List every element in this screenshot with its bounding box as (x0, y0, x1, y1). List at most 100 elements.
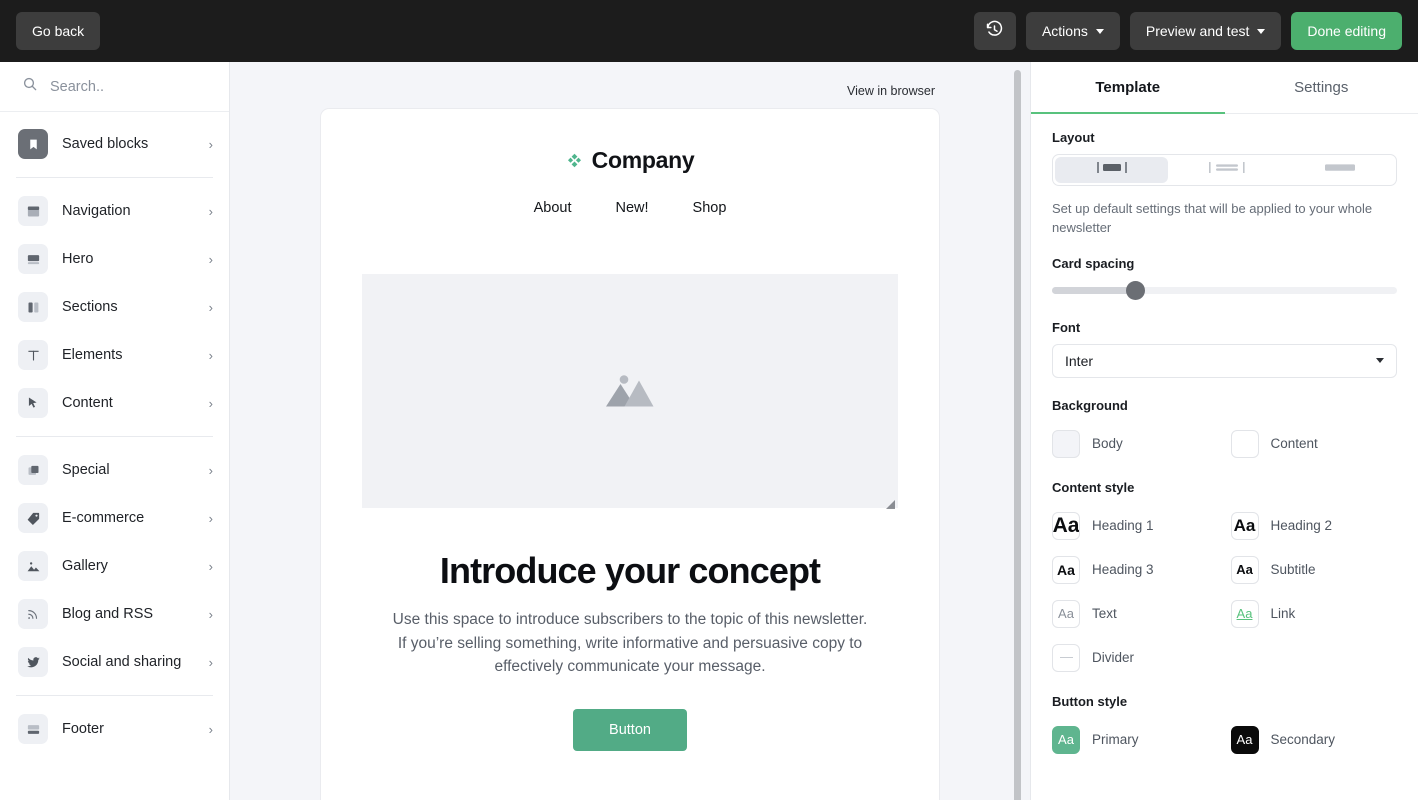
content-style-heading-3[interactable]: Aa Heading 3 (1052, 548, 1219, 592)
chevron-down-icon (1257, 28, 1266, 34)
content-style-label: Heading 1 (1092, 518, 1154, 534)
sidebar-item-navigation[interactable]: Navigation › (0, 187, 229, 235)
background-swatch-content[interactable]: Content (1230, 422, 1398, 466)
content-style-heading-2[interactable]: Aa Heading 2 (1230, 504, 1398, 548)
sidebar-item-label: Social and sharing (62, 654, 182, 670)
email-nav-link-about[interactable]: About (534, 200, 572, 216)
content-style-text[interactable]: Aa Text (1052, 592, 1219, 636)
actions-dropdown-button[interactable]: Actions (1025, 12, 1120, 50)
layout-section-label: Layout (1052, 130, 1095, 145)
search-input[interactable] (50, 78, 213, 95)
font-select[interactable]: Inter (1052, 343, 1397, 378)
sidebar-item-content[interactable]: Content › (0, 379, 229, 427)
sidebar-item-blog-and-rss[interactable]: Blog and RSS › (0, 590, 229, 638)
image-mountain-placeholder-icon (598, 363, 662, 420)
button-style-label: Secondary (1270, 732, 1336, 748)
go-back-button[interactable]: Go back (16, 12, 101, 50)
content-style-link[interactable]: Aa Link (1230, 592, 1398, 636)
background-section-label: Background (1052, 397, 1128, 413)
sidebar-item-label: Navigation (62, 203, 131, 219)
content-style-label: Heading 2 (1270, 518, 1333, 534)
layout-option-centered[interactable] (1055, 157, 1168, 183)
email-image-placeholder[interactable] (362, 274, 898, 509)
card-spacing-slider[interactable] (1052, 280, 1397, 302)
sidebar-item-label: Sections (62, 299, 118, 315)
history-clock-icon (985, 20, 1004, 42)
color-swatch (1052, 429, 1080, 458)
done-editing-label: Done editing (1307, 23, 1386, 39)
background-swatch-body[interactable]: Body (1052, 422, 1219, 466)
tab-settings[interactable]: Settings (1225, 62, 1418, 113)
slider-thumb[interactable] (1126, 281, 1146, 301)
sidebar-item-elements[interactable]: Elements › (0, 331, 229, 379)
content-style-divider[interactable]: Divider (1052, 636, 1219, 680)
main-body: Saved blocks › Navigation › (0, 62, 1418, 800)
email-brand-header[interactable]: Company (321, 147, 939, 174)
email-nav-link-shop[interactable]: Shop (693, 200, 727, 216)
sidebar-item-sections[interactable]: Sections › (0, 283, 229, 331)
sidebar-item-label: Elements (62, 347, 123, 363)
actions-label: Actions (1041, 23, 1088, 39)
navigation-bar-icon (18, 196, 48, 226)
email-nav-link-new[interactable]: New! (615, 200, 648, 216)
search-icon (22, 76, 38, 97)
font-label: Font (1052, 319, 1081, 335)
version-history-button[interactable] (973, 12, 1016, 50)
chevron-down-icon (1376, 358, 1384, 364)
layout-option-left-lines[interactable] (1170, 155, 1283, 185)
chevron-right-icon: › (208, 299, 213, 315)
sidebar-item-footer[interactable]: Footer › (0, 705, 229, 753)
button-sample-text: Aa (1058, 732, 1074, 748)
chevron-right-icon: › (208, 606, 213, 622)
sidebar-item-label: Footer (62, 721, 104, 737)
email-paragraph[interactable]: Use this space to introduce subscribers … (390, 608, 870, 679)
button-style-secondary[interactable]: Aa Secondary (1230, 718, 1398, 762)
sidebar-item-special[interactable]: Special › (0, 446, 229, 494)
email-preview-card[interactable]: Company About New! Shop Introduce your c… (321, 109, 939, 800)
style-preview-swatch: Aa (1230, 511, 1259, 540)
view-in-browser-link[interactable]: View in browser (847, 84, 935, 98)
content-style-subtitle[interactable]: Aa Subtitle (1230, 548, 1398, 592)
preview-and-test-dropdown-button[interactable]: Preview and test (1129, 12, 1282, 50)
sidebar-item-social-and-sharing[interactable]: Social and sharing › (0, 638, 229, 686)
columns-icon (18, 292, 48, 322)
toolbar-left-group: Go back (16, 12, 101, 50)
layout-option-full-width[interactable] (1283, 155, 1396, 185)
sidebar-item-saved-blocks[interactable]: Saved blocks › (0, 120, 229, 168)
layers-icon (18, 455, 48, 485)
sidebar-divider (16, 436, 213, 437)
font-select-value: Inter (1065, 352, 1094, 369)
email-heading[interactable]: Introduce your concept (321, 550, 939, 592)
background-swatch-label: Content (1270, 436, 1318, 452)
canvas-vertical-scrollbar[interactable] (1014, 70, 1021, 800)
chevron-right-icon: › (208, 203, 213, 219)
image-mountain-icon (18, 551, 48, 581)
layout-full-width-icon (1322, 161, 1358, 179)
layout-centered-icon (1086, 161, 1138, 179)
background-swatch-label: Body (1092, 436, 1123, 452)
panel-tabs: Template Settings (1031, 62, 1418, 114)
sidebar-item-label: Saved blocks (62, 136, 149, 152)
sidebar-item-e-commerce[interactable]: E-commerce › (0, 494, 229, 542)
style-sample-text: Aa (1236, 562, 1253, 578)
tab-template[interactable]: Template (1031, 62, 1225, 114)
chevron-right-icon: › (208, 510, 213, 526)
style-preview-swatch: Aa (1052, 511, 1080, 540)
sidebar-item-gallery[interactable]: Gallery › (0, 542, 229, 590)
top-toolbar: Go back Actions Preview and test Done ed… (0, 0, 1418, 62)
style-sample-text: Aa (1057, 561, 1075, 578)
content-style-heading-1[interactable]: Aa Heading 1 (1052, 504, 1219, 548)
resize-corner-icon[interactable] (886, 496, 895, 509)
button-sample-text: Aa (1236, 732, 1253, 748)
card-spacing-label: Card spacing (1052, 255, 1135, 271)
button-style-primary[interactable]: Aa Primary (1052, 718, 1219, 762)
hero-block-icon (18, 244, 48, 274)
rss-feed-icon (18, 599, 48, 629)
style-preview-swatch (1052, 643, 1080, 672)
done-editing-button[interactable]: Done editing (1291, 12, 1402, 50)
sidebar-item-hero[interactable]: Hero › (0, 235, 229, 283)
email-cta-button[interactable]: Button (573, 708, 687, 751)
footer-block-icon (18, 714, 48, 744)
email-canvas: View in browser Company About New! Shop … (230, 62, 1030, 800)
twitter-bird-icon (18, 647, 48, 677)
